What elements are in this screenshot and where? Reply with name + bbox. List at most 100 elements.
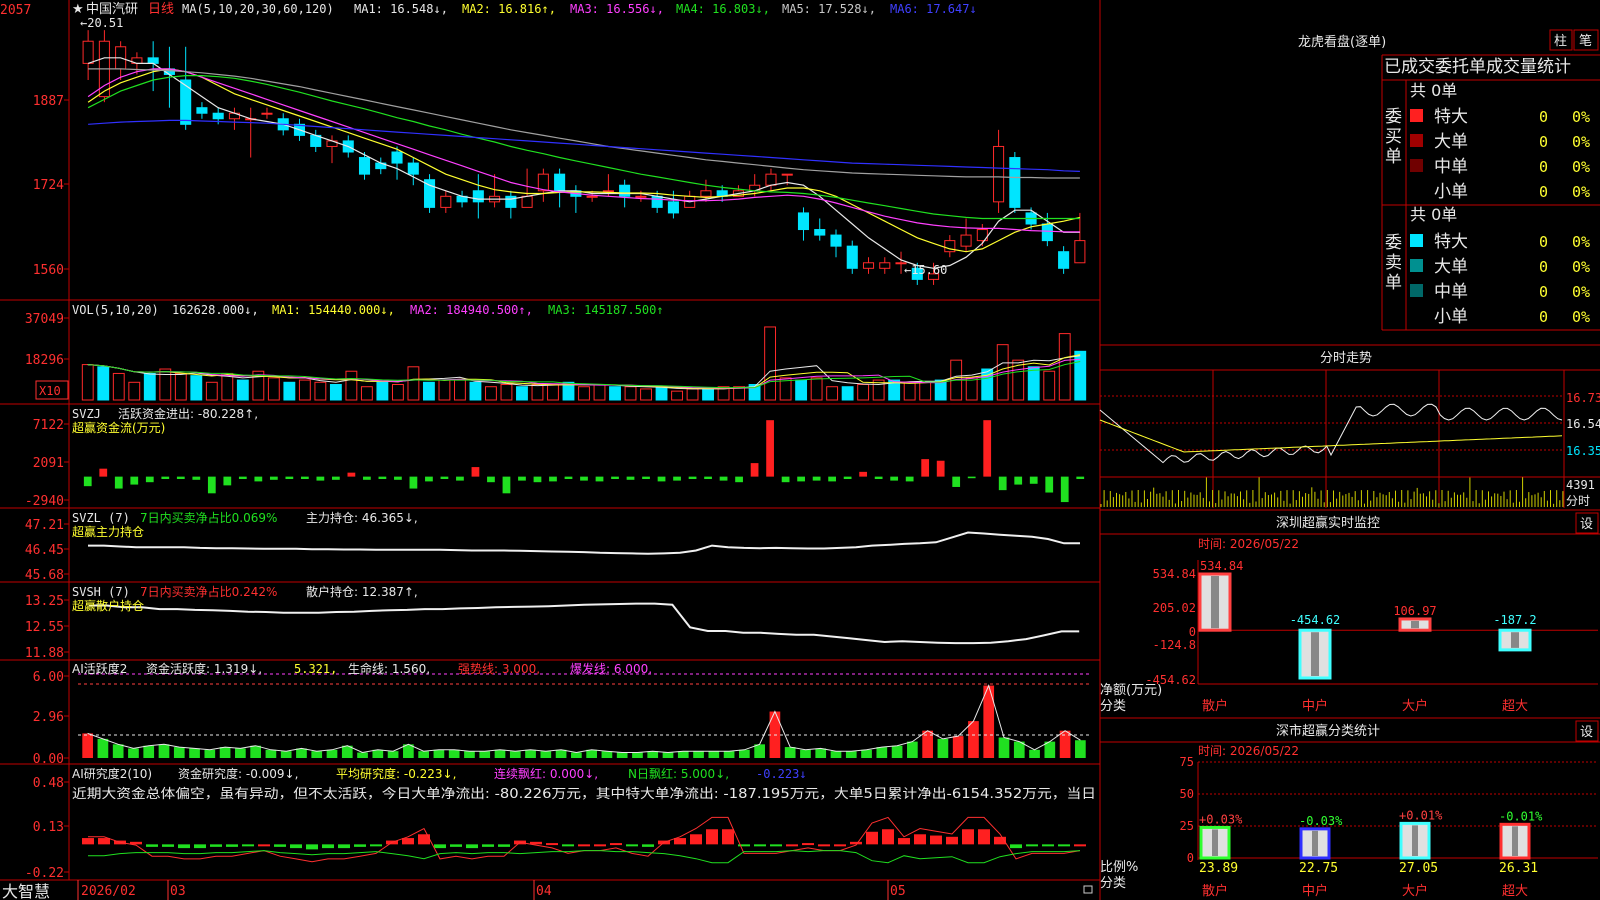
ai2-bar <box>962 829 974 845</box>
ai1-bar <box>1029 749 1040 758</box>
ai1-bar <box>189 748 200 758</box>
order-row-count: 0 <box>1539 158 1548 176</box>
svzj-bar <box>843 476 852 480</box>
ai1-bar <box>815 748 827 758</box>
svzj-bar <box>254 476 263 482</box>
right-panel: 龙虎看盘(逐单) 柱 笔 已成交委托单成交量统计 委买单委卖单共 0单共 0单特… <box>1099 29 1600 899</box>
candle-body <box>862 262 875 269</box>
classify-category: 散户 <box>1202 883 1228 899</box>
lhb-title: 龙虎看盘(逐单) <box>1298 34 1386 50</box>
svzj-bar <box>518 476 526 481</box>
ai1-bar <box>112 744 124 758</box>
side-label-char: 委 <box>1385 107 1402 127</box>
volume-bar <box>500 384 513 401</box>
candle-body <box>212 112 224 120</box>
order-row-count: 0 <box>1539 283 1548 301</box>
classify-value: 27.05 <box>1399 861 1438 876</box>
ai1-bar <box>464 751 475 758</box>
ai1-bar <box>708 751 720 758</box>
svsh-title: SVSH (7) <box>72 585 130 599</box>
ai2-bar <box>98 838 110 845</box>
ai2-t3: 连续飘红: 0.000↓, <box>494 766 598 781</box>
volume-bar <box>97 366 110 401</box>
svzj-bar <box>580 476 588 481</box>
monitor-category: 大户 <box>1402 698 1428 714</box>
svzj-bar <box>1045 476 1054 493</box>
ai1-bar <box>265 749 277 758</box>
order-row-count: 0 <box>1539 258 1548 276</box>
volume-bar <box>903 381 916 401</box>
ai2-bar <box>402 838 414 845</box>
star-icon[interactable]: ★ <box>72 2 84 17</box>
ai1-bar <box>937 738 949 758</box>
svzj-bar <box>952 476 961 487</box>
volume-bar <box>422 381 435 401</box>
ai2-bar <box>306 844 318 850</box>
ai1-bar <box>693 751 704 758</box>
y-tick-label: 6.00 <box>33 670 64 685</box>
ai1-bar <box>601 751 613 758</box>
svzj-bar <box>1060 476 1069 503</box>
svzj-bar <box>409 476 418 489</box>
order-row-label: 特大 <box>1434 107 1468 127</box>
period-label[interactable]: 日线 <box>148 2 174 17</box>
monitor-bar-shade <box>1411 620 1419 629</box>
ai2-bar <box>338 844 350 849</box>
classify-category: 大户 <box>1402 883 1428 899</box>
order-swatch <box>1410 109 1423 122</box>
classify-y-tick: 25 <box>1180 819 1194 833</box>
candle-body <box>407 162 419 175</box>
ai2-bar <box>834 844 846 847</box>
volume-bar <box>841 386 854 401</box>
volume-bar <box>764 326 777 401</box>
candle-body <box>440 195 452 208</box>
y-tick-label: 0.48 <box>33 776 64 791</box>
volume-bar <box>174 372 187 401</box>
svzl-sub: 超赢主力持仓 <box>72 524 144 539</box>
ai2-bar <box>578 844 590 847</box>
candle-body <box>358 157 371 175</box>
ai1-bar <box>616 752 628 758</box>
date-label-3: 05 <box>890 884 906 899</box>
ai1-bar <box>555 749 567 758</box>
order-total: 共 0单 <box>1410 81 1457 100</box>
ai2-bar <box>898 838 910 845</box>
classify-title: 深市超赢分类统计 <box>1276 723 1380 739</box>
ma1-value: MA1: 16.548↓, <box>354 2 448 16</box>
monitor-category: 中户 <box>1302 698 1328 714</box>
volume-bar <box>624 386 637 401</box>
ai1-bar <box>494 749 506 758</box>
volume-bar <box>376 381 389 401</box>
vol-ma1: MA1: 154440.000↓, <box>272 303 395 317</box>
order-row-label: 小单 <box>1434 307 1468 327</box>
side-label-char: 买 <box>1385 127 1402 147</box>
classify-category: 中户 <box>1302 883 1328 899</box>
ai2-bar <box>162 844 174 847</box>
ma2-value: MA2: 16.816↑, <box>462 2 556 16</box>
order-row-label: 中单 <box>1434 282 1468 302</box>
volume-bar <box>857 384 870 401</box>
svzj-title: SVZJ <box>72 407 101 421</box>
classify-xlabel: 分类 <box>1100 876 1126 891</box>
volume-bar <box>640 388 652 401</box>
classify-y-tick: 50 <box>1180 787 1194 801</box>
svzj-bar <box>533 476 542 483</box>
volume-bar <box>128 381 141 401</box>
order-row-pct: 0% <box>1572 283 1590 301</box>
svzj-bar <box>595 476 604 482</box>
candle-body <box>619 184 631 197</box>
svzj-bar <box>456 476 464 481</box>
volume-bar <box>454 379 466 401</box>
svzj-bar <box>378 476 387 480</box>
ai1-t5: 爆发线: 6.000, <box>570 661 652 676</box>
monitor-y-tick: 0 <box>1189 625 1196 639</box>
y-tick-label: 47.21 <box>25 518 64 533</box>
high-marker: ←20.51 <box>80 16 123 30</box>
svzj-bar <box>1014 476 1023 485</box>
svzj-bar <box>766 420 774 477</box>
candle-body <box>993 145 1005 203</box>
classify-ylabel: 比例% <box>1100 860 1138 875</box>
order-row-pct: 0% <box>1572 158 1590 176</box>
ai1-bar <box>250 745 261 758</box>
volume-bar <box>283 381 296 401</box>
